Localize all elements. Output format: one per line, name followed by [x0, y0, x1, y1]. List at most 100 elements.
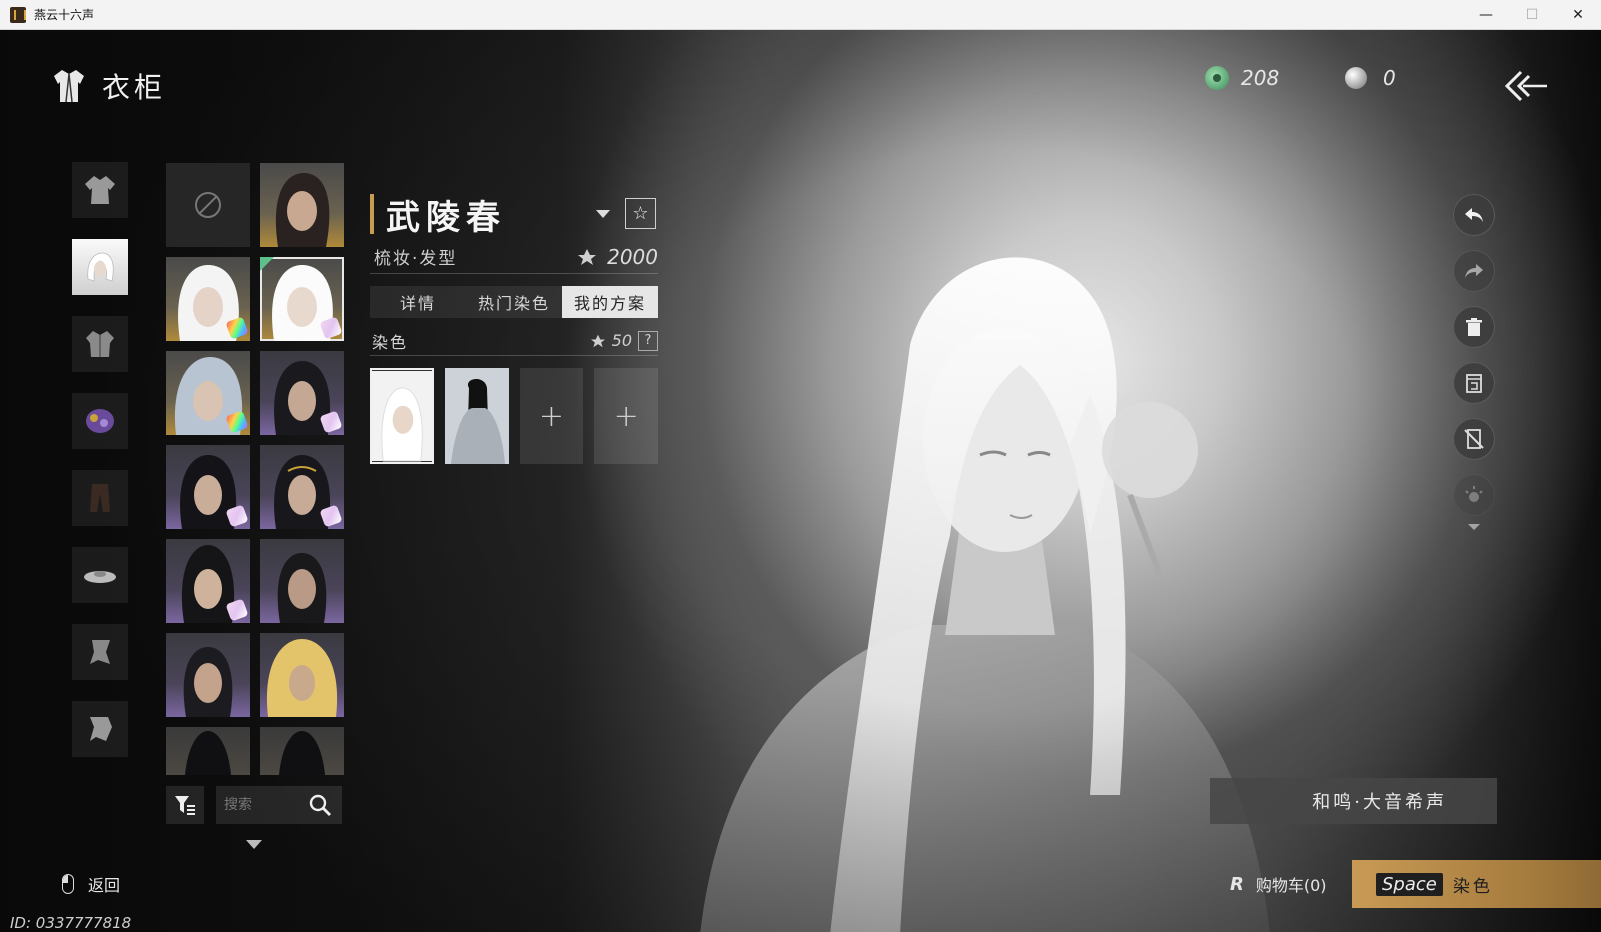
scheme-preview: [372, 371, 432, 462]
undo-icon: [1465, 208, 1483, 222]
category-hat[interactable]: [72, 547, 128, 603]
redo-icon: [1465, 264, 1483, 278]
dye-scheme-slot[interactable]: [370, 368, 434, 464]
lighting-button[interactable]: [1453, 474, 1495, 516]
grid-item-hairstyle[interactable]: [260, 163, 344, 247]
cape-icon: [90, 640, 110, 664]
tab-details[interactable]: 详情: [370, 286, 466, 318]
trash-icon: [1466, 318, 1482, 336]
right-toolbar: [1453, 194, 1497, 530]
item-meta-row: 梳妆·发型 2000: [370, 244, 658, 274]
redo-button[interactable]: [1453, 250, 1495, 292]
dye-action-button[interactable]: Space 染色: [1352, 860, 1601, 908]
user-id: ID: 0337777818: [10, 914, 132, 932]
item-price: 2000: [577, 245, 658, 269]
back-button[interactable]: 返回: [62, 872, 120, 896]
hide-equipment-button[interactable]: [1453, 418, 1495, 460]
grid-scroll-down-icon[interactable]: [246, 840, 262, 849]
scheme-preview: [444, 368, 509, 464]
help-button[interactable]: ?: [638, 330, 658, 351]
dye-scheme-list: + +: [370, 368, 659, 464]
jacket-icon: [86, 331, 114, 357]
space-hotkey: Space: [1376, 872, 1443, 896]
maximize-button[interactable]: ☐: [1509, 0, 1555, 30]
filter-button[interactable]: [166, 786, 204, 824]
grid-item-hairstyle[interactable]: [260, 351, 344, 435]
ornament-icon: [86, 409, 114, 433]
currency-lotus-icon: [578, 248, 597, 265]
grid-item-hairstyle[interactable]: [166, 539, 250, 623]
category-top[interactable]: [72, 316, 128, 372]
item-name-row: 武陵春 ☆: [370, 192, 658, 238]
window-controls: — ☐ ✕: [1463, 0, 1601, 30]
outfit-name-tag[interactable]: 和鸣·大音希声: [1210, 778, 1497, 824]
hair-portrait: [183, 647, 233, 717]
sun-icon: [1465, 486, 1483, 502]
cart-button[interactable]: R 购物车(0): [1230, 872, 1327, 896]
jade-amount: 208: [1241, 66, 1280, 90]
delete-button[interactable]: [1453, 306, 1495, 348]
minimize-button[interactable]: —: [1463, 0, 1509, 30]
add-scheme-button[interactable]: +: [519, 368, 584, 464]
category-accessory[interactable]: [72, 393, 128, 449]
cape-alt-icon: [90, 717, 112, 741]
undo-button[interactable]: [1453, 194, 1495, 236]
dye-scheme-slot[interactable]: [444, 368, 509, 464]
chevron-down-icon[interactable]: [596, 210, 610, 218]
grid-item-hairstyle[interactable]: [260, 633, 344, 717]
hair-portrait: [275, 173, 330, 247]
tab-my-schemes[interactable]: 我的方案: [562, 286, 658, 318]
grid-item-hairstyle[interactable]: [260, 539, 344, 623]
dye-row: 染色 50 ?: [370, 326, 658, 356]
hair-portrait: [279, 731, 325, 775]
category-pants[interactable]: [72, 470, 128, 526]
grid-item-none[interactable]: [166, 163, 250, 247]
category-robe[interactable]: [72, 162, 128, 218]
category-cape-alt[interactable]: [72, 701, 128, 757]
character-preview[interactable]: [660, 195, 1280, 932]
grid-item-hairstyle[interactable]: [260, 727, 344, 775]
dye-action-label: 染色: [1452, 876, 1493, 897]
outfit-reset-icon: [1466, 374, 1482, 393]
none-icon: [195, 192, 221, 218]
search-icon[interactable]: [308, 793, 332, 817]
tab-popular-dyes[interactable]: 热门染色: [466, 286, 562, 318]
grid-item-hairstyle[interactable]: [166, 257, 250, 341]
cart-label: 购物车(0): [1255, 876, 1327, 895]
grid-item-hairstyle-selected[interactable]: [260, 257, 344, 341]
category-cape[interactable]: [72, 624, 128, 680]
exit-icon[interactable]: [1501, 66, 1549, 106]
add-scheme-button[interactable]: +: [594, 368, 659, 464]
close-button[interactable]: ✕: [1555, 0, 1601, 30]
wardrobe-icon: [54, 70, 84, 103]
app-icon: [10, 6, 26, 23]
currency-lotus-icon: [590, 334, 605, 347]
item-detail-panel: 武陵春 ☆ 梳妆·发型 2000 详情 热门染色 我的方案 染色 50 ? + …: [370, 192, 659, 464]
window-titlebar: 燕云十六声 — ☐ ✕: [0, 0, 1601, 30]
grid-item-hairstyle[interactable]: [166, 351, 250, 435]
star-icon: ☆: [632, 203, 649, 224]
window-title: 燕云十六声: [34, 8, 95, 22]
category-hair[interactable]: [72, 239, 128, 295]
toolbar-scroll-down-icon[interactable]: [1468, 524, 1480, 530]
grid-item-hairstyle[interactable]: [166, 727, 250, 775]
favorite-button[interactable]: ☆: [625, 198, 656, 229]
pearl-currency: 0: [1345, 66, 1396, 90]
dye-cost: 50 ?: [590, 330, 658, 351]
grid-item-hairstyle[interactable]: [166, 633, 250, 717]
dye-cost-value: 50: [611, 331, 632, 350]
reset-outfit-button[interactable]: [1453, 362, 1495, 404]
search-input[interactable]: [216, 786, 302, 824]
accent-bar: [370, 194, 374, 234]
game-viewport: 衣柜 208 0 搜索 武陵春 ☆ 梳妆·发型 2000 详情 热门染色 我的方…: [0, 30, 1601, 932]
jade-coin-icon: [1205, 66, 1229, 90]
grid-item-hairstyle[interactable]: [166, 445, 250, 529]
trousers-icon: [90, 484, 110, 512]
filter-icon: [175, 796, 195, 815]
grid-item-hairstyle[interactable]: [260, 445, 344, 529]
detail-tabs: 详情 热门染色 我的方案: [370, 286, 658, 318]
hide-equipment-icon: [1464, 429, 1484, 449]
pearl-icon: [1345, 67, 1367, 89]
dye-label: 染色: [372, 332, 409, 352]
back-label: 返回: [88, 876, 121, 895]
